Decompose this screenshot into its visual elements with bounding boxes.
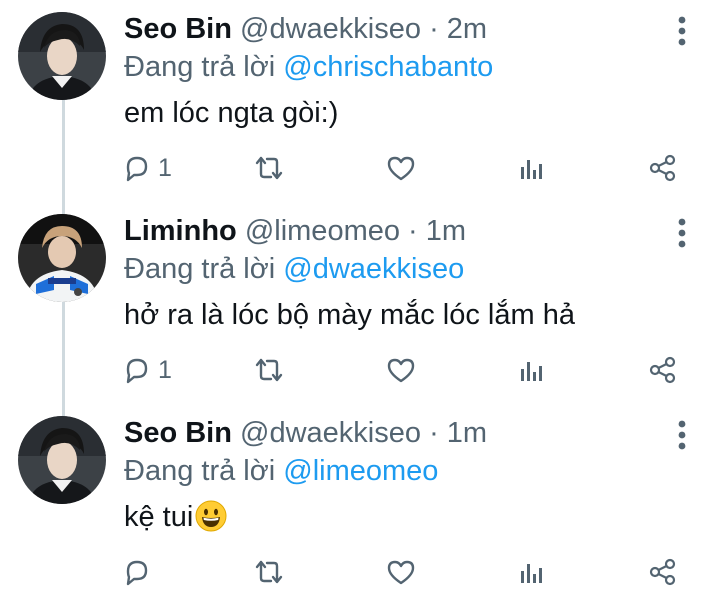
retweet-button[interactable] — [252, 150, 286, 186]
like-button[interactable] — [386, 150, 416, 186]
analytics-button[interactable] — [518, 150, 544, 186]
heart-icon — [387, 156, 415, 181]
reply-button[interactable]: 1 — [122, 150, 172, 186]
reply-count: 1 — [158, 153, 172, 182]
display-name[interactable]: Seo Bin — [124, 417, 232, 449]
reply-button[interactable]: 1 — [122, 352, 172, 388]
separator-dot: · — [429, 417, 439, 449]
retweet-icon — [255, 156, 283, 180]
retweet-button[interactable] — [252, 554, 286, 590]
more-vertical-icon — [678, 218, 686, 248]
more-vertical-icon — [678, 420, 686, 450]
replying-to: Đang trả lời @chrischabanto — [124, 48, 684, 86]
share-button[interactable] — [648, 352, 678, 388]
analytics-button[interactable] — [518, 352, 544, 388]
avatar[interactable] — [18, 214, 106, 302]
tweet-thread: Seo Bin @dwaekkiseo · 2m Đang trả lời @c… — [0, 0, 720, 596]
avatar[interactable] — [18, 416, 106, 504]
more-options-button[interactable] — [670, 420, 694, 454]
reply-button[interactable] — [122, 554, 158, 590]
mention-link[interactable]: @dwaekkiseo — [283, 253, 464, 285]
user-handle[interactable]: @dwaekkiseo — [240, 13, 421, 45]
bar-chart-icon — [521, 362, 542, 381]
tweet-actions: 1 — [120, 352, 700, 388]
heart-icon — [387, 560, 415, 585]
tweet-text-container: kệ tui — [124, 498, 684, 542]
tweet-header: Liminho @limeomeo · 1m — [124, 212, 684, 250]
mention-link[interactable]: @chrischabanto — [283, 51, 493, 83]
timestamp[interactable]: 1m — [447, 417, 487, 449]
share-icon — [649, 356, 676, 384]
timestamp[interactable]: 2m — [447, 13, 487, 45]
mention-link[interactable]: @limeomeo — [283, 455, 438, 487]
share-button[interactable] — [648, 554, 678, 590]
retweet-icon — [255, 560, 283, 584]
like-button[interactable] — [386, 352, 416, 388]
bar-chart-icon — [521, 564, 542, 583]
reply-count: 1 — [158, 355, 172, 384]
display-name[interactable]: Seo Bin — [124, 13, 232, 45]
reply-prefix: Đang trả lời — [124, 253, 276, 285]
replying-to: Đang trả lời @dwaekkiseo — [124, 250, 684, 288]
analytics-button[interactable] — [518, 554, 544, 590]
tweet-text: em lóc ngta gòi:) — [124, 97, 339, 129]
tweet[interactable]: Seo Bin @dwaekkiseo · 1m Đang trả lời @l… — [0, 404, 720, 596]
tweet-actions: 1 — [120, 150, 700, 186]
avatar[interactable] — [18, 12, 106, 100]
retweet-button[interactable] — [252, 352, 286, 388]
more-options-button[interactable] — [670, 16, 694, 50]
more-options-button[interactable] — [670, 218, 694, 252]
reply-icon — [126, 156, 148, 182]
retweet-icon — [255, 358, 283, 382]
tweet[interactable]: Liminho @limeomeo · 1m Đang trả lời @dwa… — [0, 202, 720, 402]
like-button[interactable] — [386, 554, 416, 590]
timestamp[interactable]: 1m — [426, 215, 466, 247]
tweet-text: kệ tui — [124, 501, 194, 533]
tweet-header: Seo Bin @dwaekkiseo · 2m — [124, 10, 684, 48]
share-button[interactable] — [648, 150, 678, 186]
grinning-face-emoji — [195, 500, 227, 542]
reply-icon — [126, 560, 148, 586]
bar-chart-icon — [521, 160, 542, 179]
share-icon — [649, 558, 676, 586]
tweet-actions — [120, 554, 700, 590]
user-handle[interactable]: @limeomeo — [245, 215, 400, 247]
user-handle[interactable]: @dwaekkiseo — [240, 417, 421, 449]
replying-to: Đang trả lời @limeomeo — [124, 452, 684, 490]
reply-prefix: Đang trả lời — [124, 51, 276, 83]
tweet-text: hở ra là lóc bộ mày mắc lóc lắm hả — [124, 299, 575, 331]
tweet-header: Seo Bin @dwaekkiseo · 1m — [124, 414, 684, 452]
separator-dot: · — [429, 13, 439, 45]
share-icon — [649, 154, 676, 182]
reply-icon — [126, 358, 148, 384]
heart-icon — [387, 358, 415, 383]
more-vertical-icon — [678, 16, 686, 46]
tweet[interactable]: Seo Bin @dwaekkiseo · 2m Đang trả lời @c… — [0, 0, 720, 200]
reply-prefix: Đang trả lời — [124, 455, 276, 487]
separator-dot: · — [408, 215, 418, 247]
display-name[interactable]: Liminho — [124, 215, 237, 247]
